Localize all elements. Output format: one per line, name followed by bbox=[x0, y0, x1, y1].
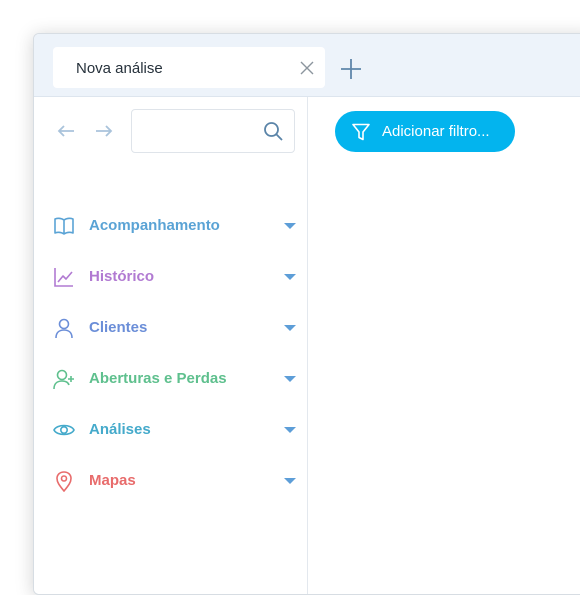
search-box[interactable] bbox=[131, 109, 295, 153]
tab-nova-analise[interactable]: Nova análise bbox=[53, 47, 325, 88]
chevron-down-icon[interactable] bbox=[284, 325, 296, 331]
sidebar-item-label: Análises bbox=[89, 421, 151, 438]
plus-icon[interactable] bbox=[340, 58, 362, 80]
sidebar-item-mapas[interactable]: Mapas bbox=[34, 461, 307, 501]
sidebar-item-label: Histórico bbox=[89, 268, 155, 285]
tab-label: Nova análise bbox=[76, 60, 163, 77]
chevron-down-icon[interactable] bbox=[284, 427, 296, 433]
search-icon[interactable] bbox=[263, 121, 283, 141]
sidebar-item-label: Mapas bbox=[89, 472, 136, 489]
arrow-right-icon[interactable] bbox=[95, 124, 113, 138]
filter-icon bbox=[352, 123, 370, 141]
chevron-down-icon[interactable] bbox=[284, 274, 296, 280]
chevron-down-icon[interactable] bbox=[284, 376, 296, 382]
book-open-icon bbox=[54, 217, 74, 235]
user-plus-icon bbox=[53, 369, 74, 390]
add-filter-button[interactable]: Adicionar filtro... bbox=[335, 111, 515, 152]
sidebar-item-acompanhamento[interactable]: Acompanhamento bbox=[34, 206, 307, 246]
sidebar-item-label: Acompanhamento bbox=[89, 217, 220, 234]
eye-icon bbox=[53, 424, 75, 436]
search-input[interactable] bbox=[140, 118, 262, 144]
sidebar-item-label: Aberturas e Perdas bbox=[89, 370, 227, 387]
chevron-down-icon[interactable] bbox=[284, 223, 296, 229]
sidebar-item-clientes[interactable]: Clientes bbox=[34, 308, 307, 348]
sidebar-item-label: Clientes bbox=[89, 319, 148, 336]
line-chart-icon bbox=[54, 268, 73, 287]
close-icon[interactable] bbox=[299, 60, 315, 76]
arrow-left-icon[interactable] bbox=[57, 124, 75, 138]
app-window: Nova análise Acompanhamento Histórico Cl… bbox=[33, 33, 580, 595]
tab-bar: Nova análise bbox=[34, 34, 580, 97]
sidebar-item-analises[interactable]: Análises bbox=[34, 410, 307, 450]
sidebar-item-aberturas-perdas[interactable]: Aberturas e Perdas bbox=[34, 359, 307, 399]
add-filter-label: Adicionar filtro... bbox=[382, 123, 490, 140]
chevron-down-icon[interactable] bbox=[284, 478, 296, 484]
sidebar-item-historico[interactable]: Histórico bbox=[34, 257, 307, 297]
sidebar: Acompanhamento Histórico Clientes Abertu… bbox=[34, 97, 308, 594]
main-content: Adicionar filtro... bbox=[308, 97, 580, 594]
user-icon bbox=[55, 318, 73, 339]
map-pin-icon bbox=[56, 471, 72, 492]
